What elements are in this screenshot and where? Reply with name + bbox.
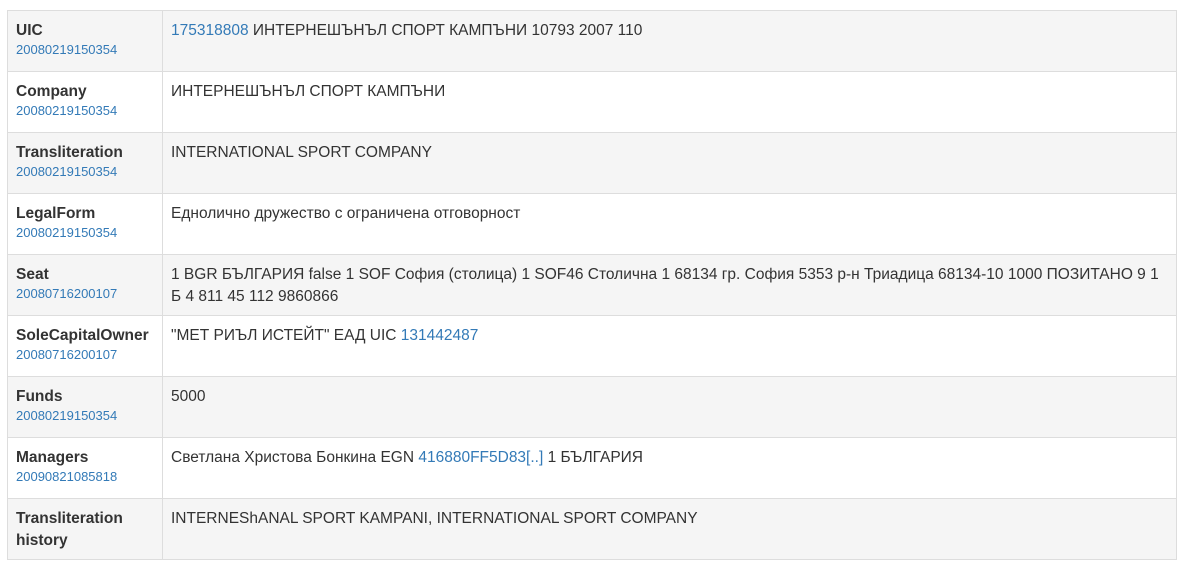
key-cell: Funds 20080219150354	[7, 376, 163, 438]
value-cell: ИНТЕРНЕШЪНЪЛ СПОРТ КАМПЪНИ	[162, 71, 1177, 133]
row-transliteration-history: Transliteration history INTERNEShANAL SP…	[7, 498, 1177, 560]
company-details: UIC 20080219150354 175318808 ИНТЕРНЕШЪНЪ…	[7, 10, 1177, 560]
owner-value: "МЕТ РИЪЛ ИСТЕЙТ" ЕАД UIC	[171, 327, 401, 344]
field-date: 20080219150354	[16, 42, 118, 57]
row-managers: Managers 20090821085818 Светлана Христов…	[7, 437, 1177, 499]
value-cell: INTERNATIONAL SPORT COMPANY	[162, 132, 1177, 194]
legalform-value: Еднолично дружество с ограничена отговор…	[171, 205, 521, 222]
manager-country: 1 БЪЛГАРИЯ	[543, 449, 643, 466]
funds-value: 5000	[171, 388, 206, 405]
field-label: SoleCapitalOwner	[16, 327, 149, 344]
value-cell: Еднолично дружество с ограничена отговор…	[162, 193, 1177, 255]
field-label: Transliteration	[16, 144, 123, 161]
key-cell: Company 20080219150354	[7, 71, 163, 133]
value-cell: 5000	[162, 376, 1177, 438]
transliteration-value: INTERNATIONAL SPORT COMPANY	[171, 144, 432, 161]
transliteration-history-value: INTERNEShANAL SPORT KAMPANI, INTERNATION…	[171, 510, 698, 527]
details-table: UIC 20080219150354 175318808 ИНТЕРНЕШЪНЪ…	[7, 10, 1177, 560]
row-solecapitalowner: SoleCapitalOwner 20080716200107 "МЕТ РИЪ…	[7, 315, 1177, 377]
uic-value: ИНТЕРНЕШЪНЪЛ СПОРТ КАМПЪНИ 10793 2007 11…	[248, 22, 643, 39]
field-label: Funds	[16, 388, 63, 405]
value-cell: INTERNEShANAL SPORT KAMPANI, INTERNATION…	[162, 498, 1177, 560]
field-date: 20080219150354	[16, 225, 118, 240]
owner-uic-link[interactable]: 131442487	[401, 327, 479, 344]
field-label: Transliteration history	[16, 510, 123, 549]
row-legalform: LegalForm 20080219150354 Еднолично друже…	[7, 193, 1177, 255]
row-uic: UIC 20080219150354 175318808 ИНТЕРНЕШЪНЪ…	[7, 10, 1177, 72]
seat-value: 1 BGR БЪЛГАРИЯ false 1 SOF София (столиц…	[171, 266, 1159, 305]
key-cell: LegalForm 20080219150354	[7, 193, 163, 255]
field-date: 20080219150354	[16, 408, 118, 423]
field-date: 20080219150354	[16, 164, 118, 179]
field-date: 20090821085818	[16, 469, 118, 484]
key-cell: UIC 20080219150354	[7, 10, 163, 72]
value-cell: "МЕТ РИЪЛ ИСТЕЙТ" ЕАД UIC 131442487	[162, 315, 1177, 377]
manager-egn-link[interactable]: 416880FF5D83[..]	[418, 449, 543, 466]
field-label: Seat	[16, 266, 49, 283]
value-cell: 1 BGR БЪЛГАРИЯ false 1 SOF София (столиц…	[162, 254, 1177, 316]
manager-name: Светлана Христова Бонкина EGN	[171, 449, 419, 466]
uic-link[interactable]: 175318808	[171, 22, 249, 39]
key-cell: Seat 20080716200107	[7, 254, 163, 316]
field-date: 20080716200107	[16, 286, 118, 301]
key-cell: Transliteration 20080219150354	[7, 132, 163, 194]
key-cell: SoleCapitalOwner 20080716200107	[7, 315, 163, 377]
row-seat: Seat 20080716200107 1 BGR БЪЛГАРИЯ false…	[7, 254, 1177, 316]
field-label: Company	[16, 83, 87, 100]
key-cell: Managers 20090821085818	[7, 437, 163, 499]
field-date: 20080716200107	[16, 347, 118, 362]
row-company: Company 20080219150354 ИНТЕРНЕШЪНЪЛ СПОР…	[7, 71, 1177, 133]
key-cell: Transliteration history	[7, 498, 163, 560]
field-label: UIC	[16, 22, 43, 39]
field-label: Managers	[16, 449, 89, 466]
field-label: LegalForm	[16, 205, 96, 222]
field-date: 20080219150354	[16, 103, 118, 118]
company-value: ИНТЕРНЕШЪНЪЛ СПОРТ КАМПЪНИ	[171, 83, 446, 100]
value-cell: 175318808 ИНТЕРНЕШЪНЪЛ СПОРТ КАМПЪНИ 107…	[162, 10, 1177, 72]
value-cell: Светлана Христова Бонкина EGN 416880FF5D…	[162, 437, 1177, 499]
row-transliteration: Transliteration 20080219150354 INTERNATI…	[7, 132, 1177, 194]
row-funds: Funds 20080219150354 5000	[7, 376, 1177, 438]
